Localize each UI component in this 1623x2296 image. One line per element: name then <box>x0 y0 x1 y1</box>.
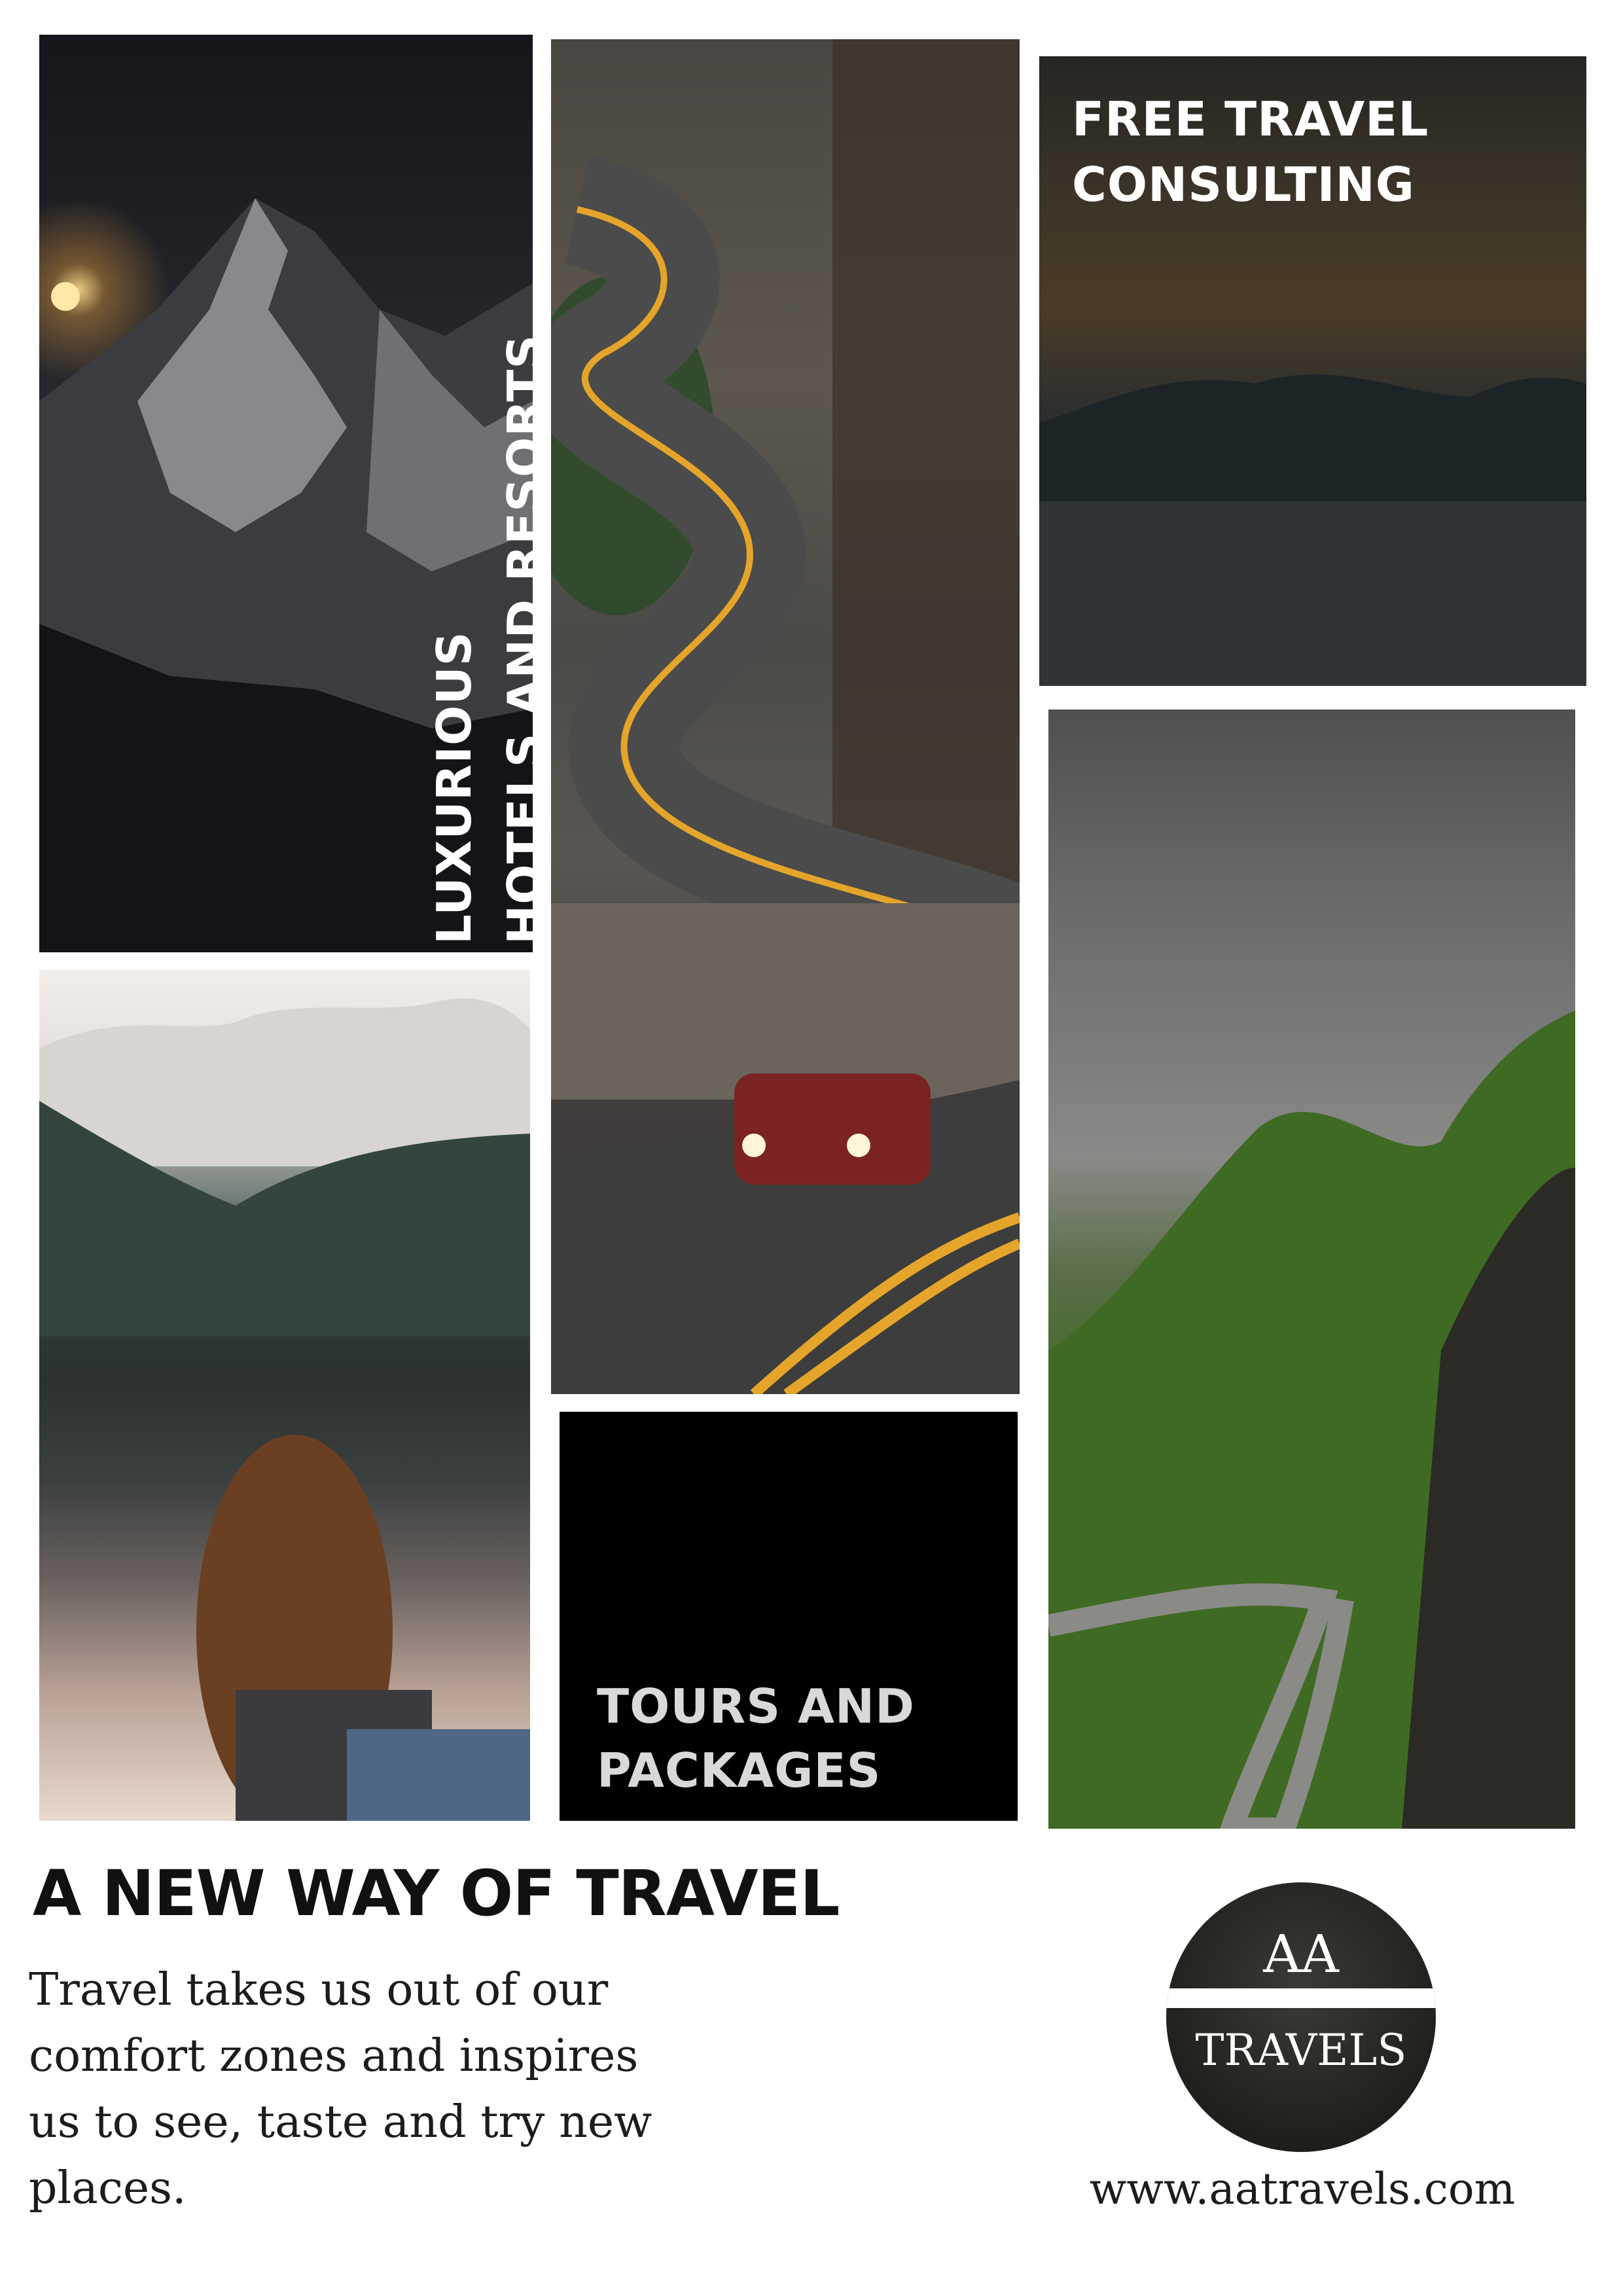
woman-lake-illustration <box>39 998 530 1821</box>
hills-illustration <box>1048 1011 1575 1829</box>
winding-road-photo-panel <box>551 39 1020 1394</box>
consulting-photo-panel: FREE TRAVEL CONSULTING <box>1039 56 1586 686</box>
website-link[interactable]: www.aatravels.com <box>1086 2160 1518 2219</box>
logo-top-text: AA <box>1263 1924 1339 1984</box>
road-illustration <box>551 39 1020 1394</box>
tours-panel: TOURS AND PACKAGES <box>560 1412 1018 1821</box>
logo-divider-band <box>1166 1988 1436 2008</box>
hotels-title-line1: LUXURIOUS <box>427 631 482 944</box>
body-text: Travel takes us out of our comfort zones… <box>29 1964 652 2214</box>
hotels-title-line2: HOTELS AND RESORTS <box>497 334 533 944</box>
consulting-title-line2: CONSULTING <box>1072 157 1415 212</box>
woman-at-lake-photo-panel <box>39 970 530 1821</box>
consulting-title-line1: FREE TRAVEL <box>1072 92 1429 147</box>
headline: A NEW WAY OF TRAVEL <box>33 1857 840 1930</box>
tours-title-line1: TOURS AND <box>597 1679 915 1734</box>
aa-travels-logo: AA TRAVELS <box>1166 1882 1436 2152</box>
green-hills-photo-panel <box>1048 709 1575 1829</box>
logo-bottom-text: TRAVELS <box>1195 2025 1407 2075</box>
mountain-photo-panel: LUXURIOUS HOTELS AND RESORTS <box>39 35 533 952</box>
tours-title-line2: PACKAGES <box>597 1743 882 1798</box>
